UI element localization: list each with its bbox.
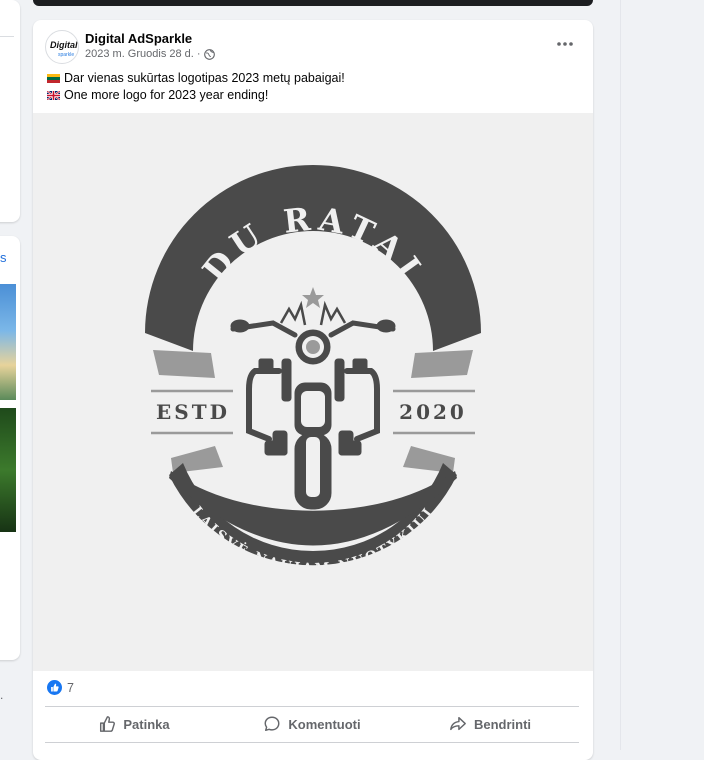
action-divider-bottom bbox=[45, 742, 579, 743]
meta-separator: · bbox=[196, 48, 201, 60]
avatar-text-top: Digital bbox=[50, 40, 78, 50]
reaction-summary[interactable]: 7 bbox=[47, 680, 74, 695]
sidebar-thumbnail[interactable] bbox=[0, 408, 16, 532]
share-label: Bendrinti bbox=[473, 716, 532, 732]
like-button[interactable]: Patinka bbox=[45, 708, 223, 740]
sidebar-link-fragment[interactable]: s bbox=[0, 250, 7, 265]
right-column bbox=[620, 0, 704, 750]
post-text-en: One more logo for 2023 year ending! bbox=[64, 88, 269, 102]
thumbs-up-icon bbox=[100, 716, 116, 732]
post-author[interactable]: Digital AdSparkle bbox=[85, 31, 192, 46]
post-text: Dar vienas sukūrtas logotipas 2023 metų … bbox=[47, 70, 345, 104]
sidebar-dot: . bbox=[0, 688, 4, 702]
globe-icon bbox=[203, 48, 215, 60]
previous-post-edge bbox=[33, 0, 593, 6]
action-divider-top bbox=[45, 706, 579, 707]
share-button[interactable]: Bendrinti bbox=[401, 708, 579, 740]
share-icon bbox=[450, 716, 466, 731]
avatar[interactable]: Digital sparkle bbox=[45, 30, 79, 64]
reaction-count: 7 bbox=[67, 680, 74, 695]
left-sidebar-card-2: s bbox=[0, 236, 20, 660]
lithuania-flag-icon bbox=[47, 74, 60, 83]
like-label: Patinka bbox=[123, 716, 170, 732]
comment-label: Komentuoti bbox=[288, 716, 361, 732]
post-card: Digital sparkle Digital AdSparkle 2023 m… bbox=[33, 20, 593, 760]
uk-flag-icon bbox=[47, 91, 60, 100]
post-meta: 2023 m. Gruodis 28 d. · bbox=[85, 48, 215, 60]
post-image[interactable]: DU RATAI LAISVĖ NAUJAM NUOTYKIUI ESTD 20… bbox=[33, 113, 593, 671]
comment-icon bbox=[264, 716, 280, 732]
sidebar-thumbnail[interactable] bbox=[0, 284, 16, 400]
like-reaction-icon bbox=[47, 680, 62, 695]
logo-estd: ESTD bbox=[156, 400, 230, 424]
post-date[interactable]: 2023 m. Gruodis 28 d. bbox=[85, 48, 194, 60]
post-actions: Patinka Komentuoti Bendrinti bbox=[45, 708, 579, 740]
more-dots-icon bbox=[557, 42, 573, 46]
left-sidebar-card bbox=[0, 0, 20, 222]
star-icon bbox=[302, 287, 324, 308]
post-text-lt: Dar vienas sukūrtas logotipas 2023 metų … bbox=[64, 71, 345, 85]
motorcycle-icon bbox=[230, 300, 396, 510]
comment-button[interactable]: Komentuoti bbox=[223, 708, 401, 740]
more-options-button[interactable] bbox=[553, 32, 577, 56]
logo-year: 2020 bbox=[399, 400, 467, 424]
avatar-text-bottom: sparkle bbox=[58, 52, 74, 58]
du-ratai-logo: DU RATAI LAISVĖ NAUJAM NUOTYKIUI ESTD 20… bbox=[145, 165, 481, 577]
